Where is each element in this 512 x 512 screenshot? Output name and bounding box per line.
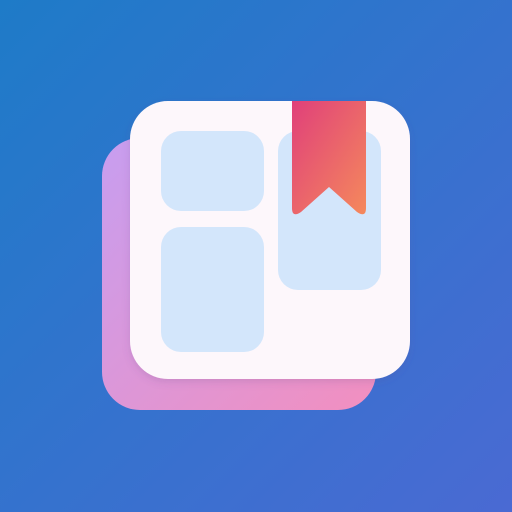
- app-icon-graphic: [0, 0, 512, 512]
- widget-tile-top-left: [161, 131, 264, 211]
- app-icon: [0, 0, 512, 512]
- widget-tile-bottom-left: [161, 227, 264, 352]
